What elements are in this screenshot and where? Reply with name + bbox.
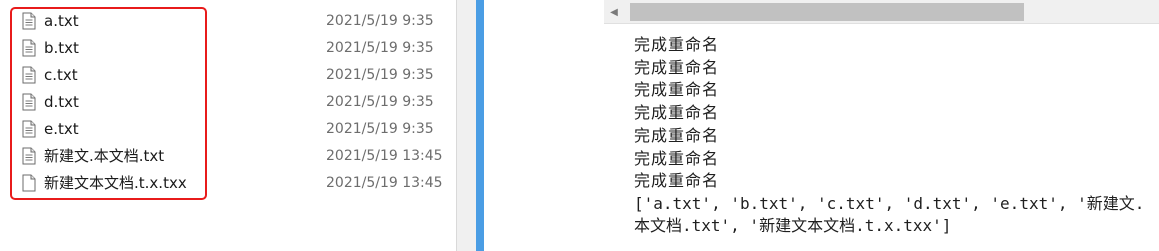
output-line: 完成重命名 [634,125,720,145]
file-modified-date: 2021/5/19 9:35 [326,93,434,110]
file-modified-date: 2021/5/19 9:35 [326,39,434,56]
output-line: 完成重命名 [634,35,720,54]
text-file-icon [22,12,36,29]
file-row-b[interactable]: b.txt 2021/5/19 9:35 [18,34,458,61]
file-list: a.txt 2021/5/19 9:35 b.txt 2021/5/19 9:3… [18,7,458,196]
file-modified-date: 2021/5/19 9:35 [326,12,434,29]
file-modified-date: 2021/5/19 13:45 [326,147,443,164]
pane-accent-bar [476,0,484,251]
file-name: a.txt [44,11,79,30]
horizontal-scrollbar[interactable]: ◀ [604,0,1159,24]
output-line: 完成重命名 [634,103,720,123]
text-file-icon [22,66,36,83]
scrollbar-thumb[interactable] [630,3,1024,21]
file-name: e.txt [44,119,79,138]
scroll-left-arrow-icon[interactable]: ◀ [604,0,624,24]
file-modified-date: 2021/5/19 9:35 [326,66,434,83]
file-row-new-doc[interactable]: 新建文.本文档.txt 2021/5/19 13:45 [18,142,458,169]
text-file-icon [22,39,36,56]
text-file-icon [22,93,36,110]
file-row-c[interactable]: c.txt 2021/5/19 9:35 [18,61,458,88]
file-row-d[interactable]: d.txt 2021/5/19 9:35 [18,88,458,115]
file-modified-date: 2021/5/19 13:45 [326,174,443,191]
file-name: 新建文.本文档.txt [44,147,165,165]
output-line: 完成重命名 [634,80,720,100]
file-row-a[interactable]: a.txt 2021/5/19 9:35 [18,7,458,34]
file-name: b.txt [44,38,79,57]
file-name: 新建文本文档.t.x.txx [44,174,187,192]
file-row-e[interactable]: e.txt 2021/5/19 9:35 [18,115,458,142]
file-row-new-doc-txx[interactable]: 新建文本文档.t.x.txx 2021/5/19 13:45 [18,169,458,196]
file-name: d.txt [44,92,79,111]
output-line: 完成重命名 [634,148,720,168]
console-pane: ◀ 完成重命名 完成重命名 完成重命名 完成重命名 完成重命名 完成重命名 完成… [484,0,1159,251]
console-output: 完成重命名 完成重命名 完成重命名 完成重命名 完成重命名 完成重命名 完成重命… [634,34,1159,238]
output-line: 完成重命名 [634,57,720,77]
text-file-icon [22,120,36,137]
result-list-output: ['a.txt', 'b.txt', 'c.txt', 'd.txt', 'e.… [634,193,1145,236]
file-modified-date: 2021/5/19 9:35 [326,120,434,137]
file-explorer-pane: a.txt 2021/5/19 9:35 b.txt 2021/5/19 9:3… [0,0,456,251]
output-line: 完成重命名 [634,171,720,191]
file-name: c.txt [44,65,78,84]
pane-splitter[interactable] [456,0,476,251]
text-file-icon [22,147,36,164]
blank-file-icon [22,174,36,191]
